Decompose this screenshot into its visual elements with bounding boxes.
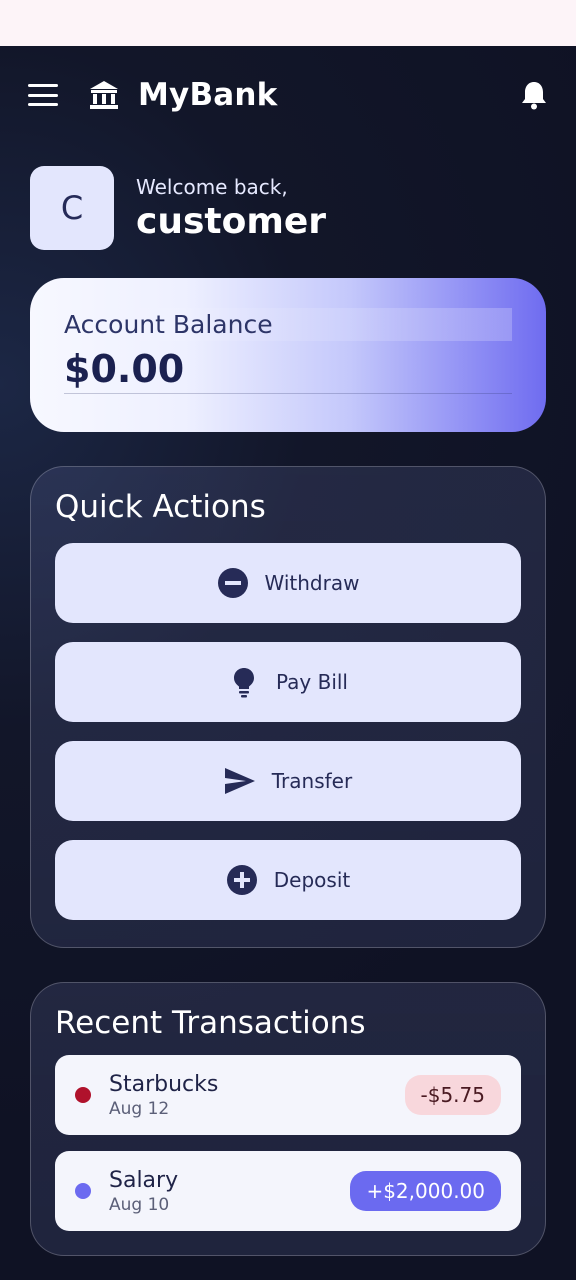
transaction-amount-badge: -$5.75 (404, 1075, 501, 1115)
deposit-label: Deposit (273, 868, 351, 892)
notification-bell-icon[interactable] (520, 80, 548, 110)
withdraw-button[interactable]: Withdraw (55, 543, 521, 623)
status-bar (0, 0, 576, 46)
top-app-bar: MyBank (0, 46, 576, 144)
recent-transactions-panel: Recent Transactions Starbucks Aug 12 -$5… (30, 982, 546, 1256)
welcome-greeting: Welcome back, (136, 174, 288, 199)
deposit-button[interactable]: Deposit (55, 840, 521, 920)
transaction-name: Starbucks (109, 1071, 219, 1097)
welcome-user-name: customer (136, 200, 327, 242)
transaction-row[interactable]: Salary Aug 10 +$2,000.00 (55, 1151, 521, 1231)
avatar[interactable]: C (30, 166, 114, 250)
balance-label: Account Balance (64, 308, 512, 341)
transaction-date: Aug 12 (109, 1098, 170, 1119)
send-icon (224, 768, 255, 794)
welcome-section: C Welcome back, customer (30, 166, 326, 250)
transaction-row[interactable]: Starbucks Aug 12 -$5.75 (55, 1055, 521, 1135)
withdraw-label: Withdraw (264, 571, 360, 595)
pay-bill-label: Pay Bill (275, 670, 348, 694)
transaction-status-dot (75, 1087, 91, 1103)
transaction-amount-badge: +$2,000.00 (350, 1171, 501, 1211)
lightbulb-icon (233, 668, 254, 698)
pay-bill-button[interactable]: Pay Bill (55, 642, 521, 722)
transaction-name: Salary (109, 1167, 179, 1193)
balance-card: Account Balance $0.00 (30, 278, 546, 432)
plus-circle-icon (226, 865, 257, 895)
app-title: MyBank (138, 77, 278, 113)
minus-circle-icon (217, 568, 248, 598)
balance-amount: $0.00 (64, 347, 512, 394)
transaction-date: Aug 10 (109, 1194, 170, 1215)
quick-actions-title: Quick Actions (55, 489, 266, 525)
transfer-button[interactable]: Transfer (55, 741, 521, 821)
menu-icon[interactable] (28, 84, 58, 106)
transfer-label: Transfer (271, 769, 353, 793)
bank-icon (90, 81, 118, 109)
transaction-status-dot (75, 1183, 91, 1199)
recent-transactions-title: Recent Transactions (55, 1005, 366, 1041)
quick-actions-panel: Quick Actions Withdraw Pay Bill Transfer (30, 466, 546, 948)
